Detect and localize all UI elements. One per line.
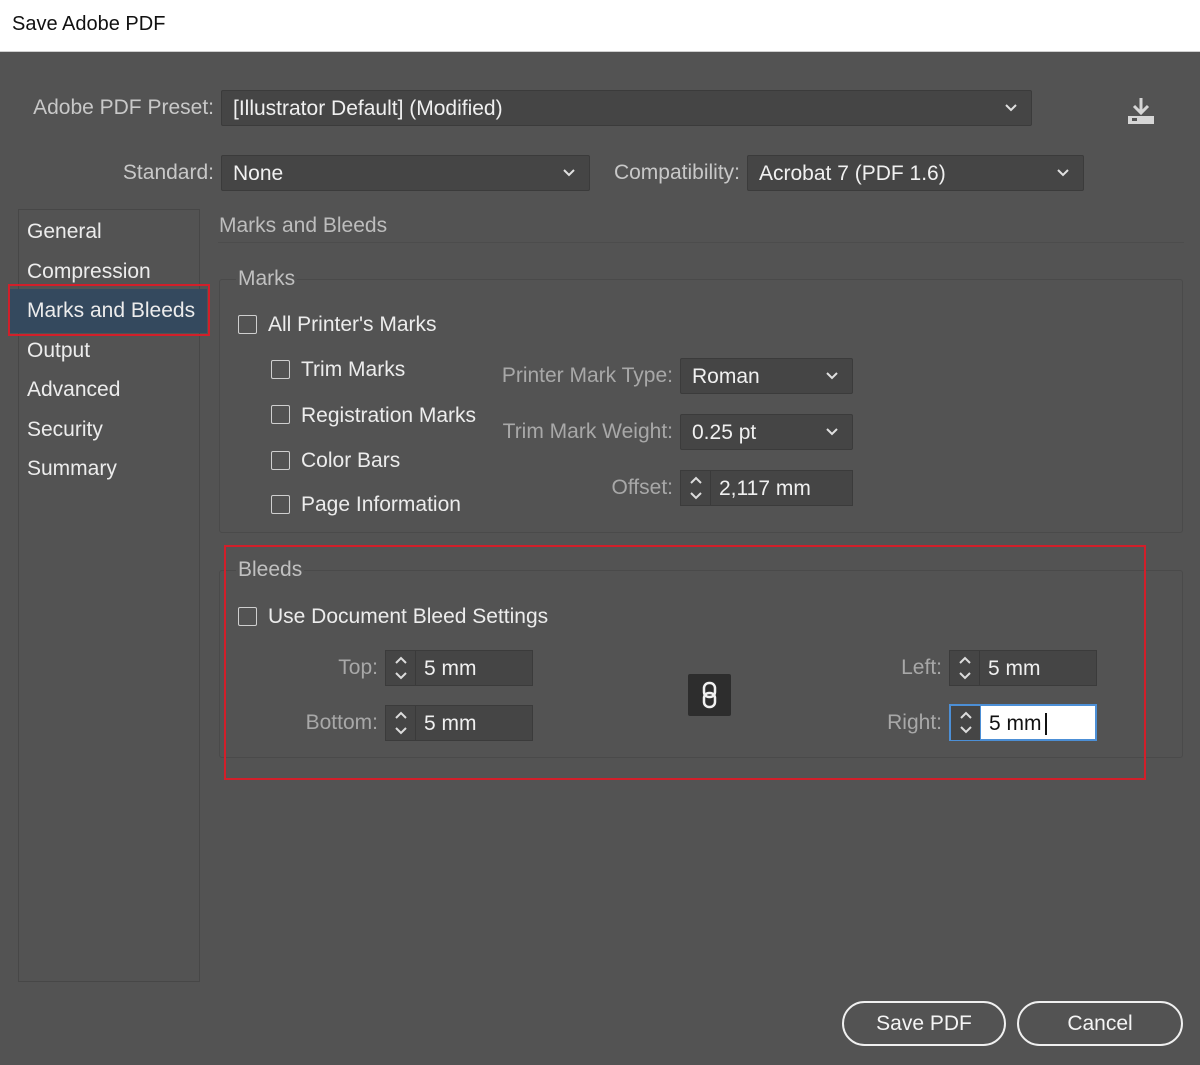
registration-marks-checkbox[interactable] [271,405,290,424]
page-information-label: Page Information [301,493,461,516]
cancel-button[interactable]: Cancel [1017,1001,1183,1046]
save-preset-icon[interactable] [1124,95,1158,127]
preset-dropdown[interactable]: [Illustrator Default] (Modified) [221,90,1032,126]
chevron-down-icon [1005,104,1017,112]
registration-marks-label: Registration Marks [301,404,477,427]
offset-stepper[interactable]: 2,117 mm [680,470,853,506]
sidebar-item-summary[interactable]: Summary [27,457,117,481]
marks-title: Marks [236,267,298,291]
color-bars-checkbox[interactable] [271,451,290,470]
chevron-down-icon [826,428,838,436]
all-printers-marks-checkbox[interactable] [238,315,257,334]
save-pdf-label: Save PDF [876,1012,972,1035]
cancel-label: Cancel [1067,1012,1133,1035]
preset-value: [Illustrator Default] (Modified) [233,97,503,120]
chevron-down-icon [826,372,838,380]
compatibility-value: Acrobat 7 (PDF 1.6) [759,162,946,185]
trim-mark-weight-dropdown[interactable]: 0.25 pt [680,414,853,450]
chevron-down-icon[interactable] [688,490,704,502]
printer-mark-type-dropdown[interactable]: Roman [680,358,853,394]
trim-marks-checkbox[interactable] [271,360,290,379]
all-printers-marks-label: All Printer's Marks [268,313,437,336]
color-bars-label: Color Bars [301,449,401,472]
highlight-annotation [224,545,1146,780]
spinner-arrows-icon[interactable] [681,471,711,505]
sidebar-item-compression[interactable]: Compression [27,260,151,284]
trim-mark-weight-label: Trim Mark Weight: [502,420,673,443]
page-information-checkbox[interactable] [271,495,290,514]
section-title: Marks and Bleeds [219,214,388,237]
preset-label: Adobe PDF Preset: [33,96,214,119]
compatibility-label: Compatibility: [613,161,740,184]
standard-dropdown[interactable]: None [221,155,590,191]
offset-value[interactable]: 2,117 mm [719,477,811,501]
highlight-annotation [8,284,210,336]
chevron-up-icon[interactable] [688,474,704,486]
printer-mark-type-value: Roman [692,365,760,388]
sidebar-item-output[interactable]: Output [27,339,90,363]
standard-label: Standard: [122,161,214,184]
trim-marks-label: Trim Marks [301,358,406,381]
compatibility-dropdown[interactable]: Acrobat 7 (PDF 1.6) [747,155,1084,191]
sidebar-item-advanced[interactable]: Advanced [27,378,120,402]
chevron-down-icon [563,169,575,177]
offset-label: Offset: [611,476,673,499]
chevron-down-icon [1057,169,1069,177]
divider [218,242,1184,243]
sidebar-item-security[interactable]: Security [27,418,103,442]
trim-mark-weight-value: 0.25 pt [692,421,757,444]
window-title: Save Adobe PDF [12,13,166,35]
sidebar-item-general[interactable]: General [27,220,102,244]
save-pdf-button[interactable]: Save PDF [842,1001,1006,1046]
printer-mark-type-label: Printer Mark Type: [501,364,673,387]
standard-value: None [233,162,284,185]
title-bar: Save Adobe PDF [0,0,1200,52]
